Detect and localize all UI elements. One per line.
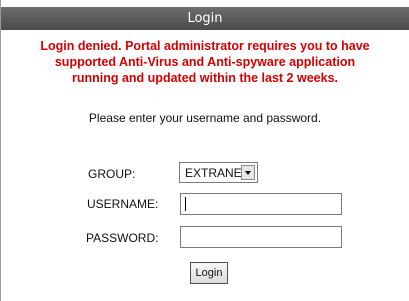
- login-button[interactable]: Login: [190, 262, 228, 284]
- group-label: GROUP:: [88, 167, 136, 181]
- instruction-text: Please enter your username and password.: [88, 111, 322, 125]
- error-line-2: supported Anti-Virus and Anti-spyware ap…: [54, 55, 356, 69]
- login-panel: Login Login denied. Portal administrator…: [0, 0, 409, 301]
- group-select[interactable]: EXTRANET: [179, 162, 258, 183]
- username-input[interactable]: [180, 193, 342, 215]
- error-line-3: running and updated within the last 2 we…: [71, 71, 338, 85]
- login-title-bar: Login: [1, 7, 409, 30]
- username-label: USERNAME:: [87, 197, 159, 211]
- group-select-value: EXTRANET: [185, 166, 250, 180]
- password-label: PASSWORD:: [86, 231, 159, 245]
- password-input[interactable]: [180, 226, 342, 248]
- text-cursor: [185, 197, 186, 211]
- page-title: Login: [187, 11, 223, 26]
- error-message: Login denied. Portal administrator requi…: [1, 38, 409, 86]
- error-line-1: Login denied. Portal administrator requi…: [40, 39, 370, 53]
- chevron-down-icon[interactable]: [241, 165, 255, 180]
